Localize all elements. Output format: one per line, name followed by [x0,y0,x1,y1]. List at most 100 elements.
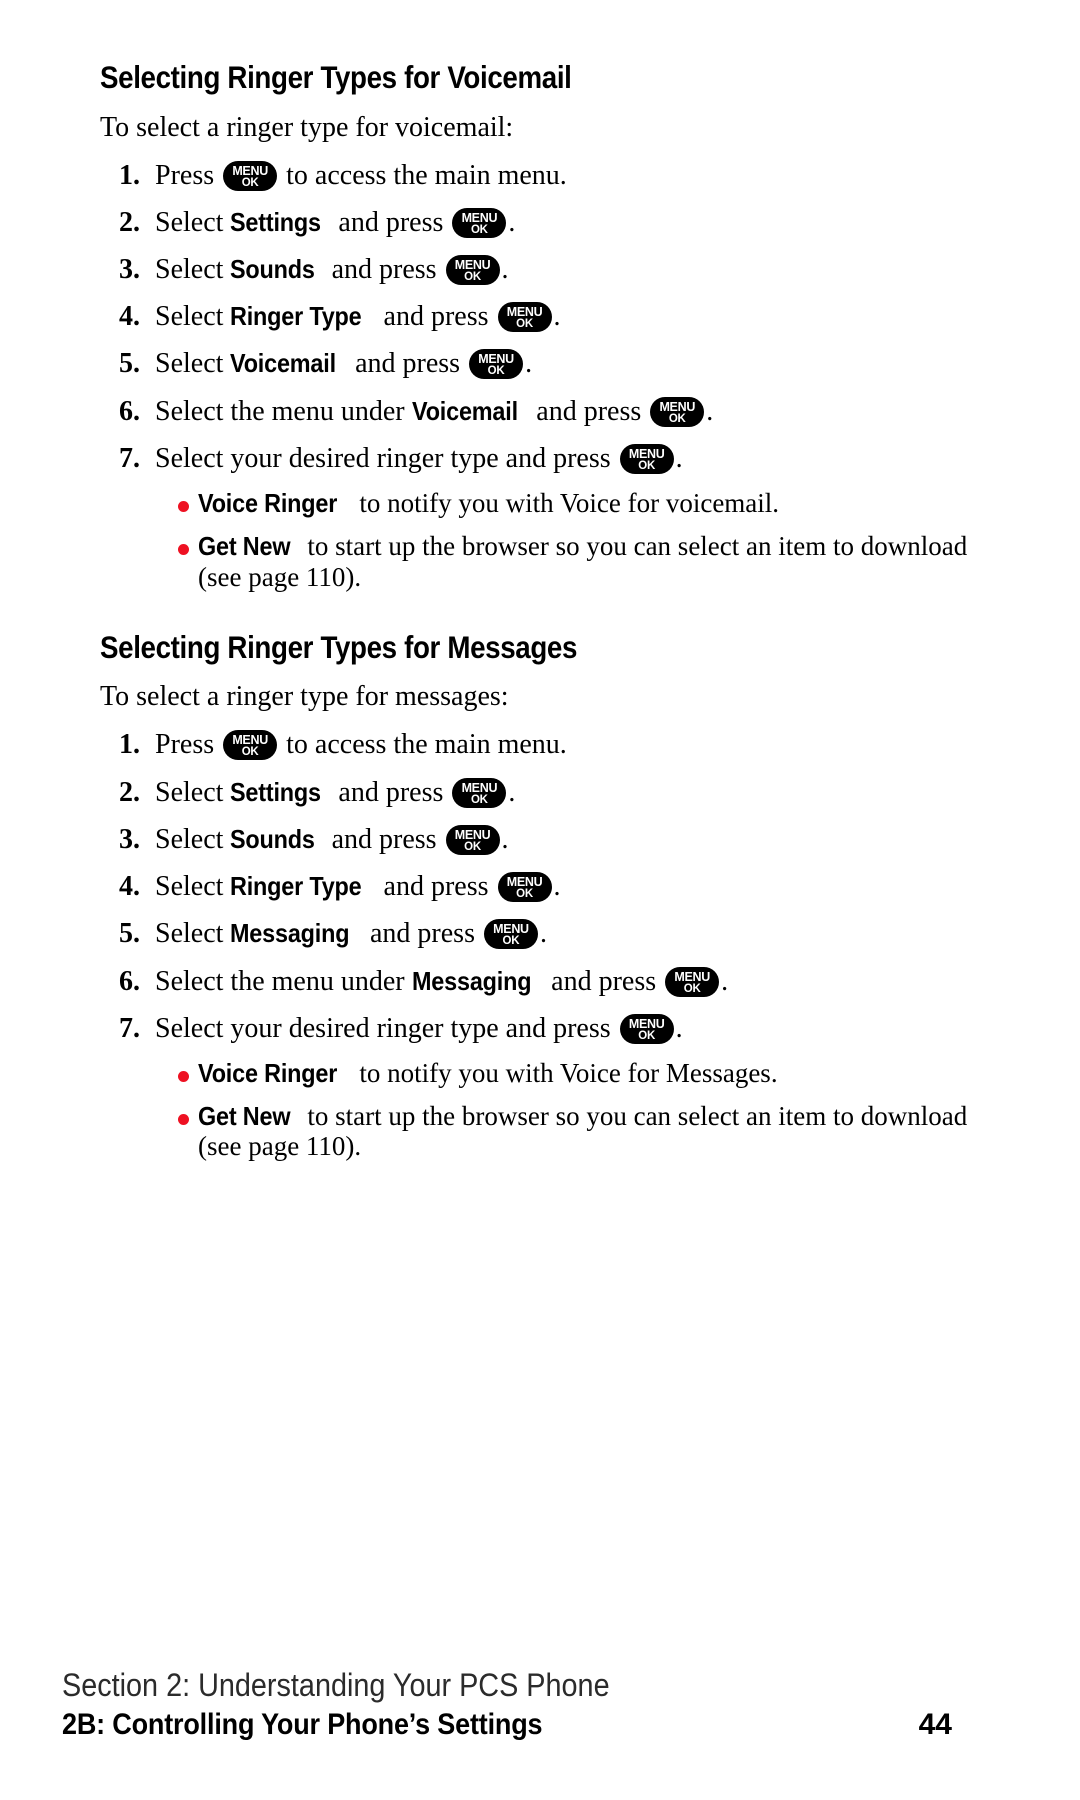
bullet-dot-icon [178,1114,189,1126]
menu-ok-key-bottom-label: OK [638,1029,656,1042]
option-description: to start up the browser so you can selec… [198,531,968,592]
step-text-pre: Select [155,871,231,903]
ringer-option-list: Voice Ringer to notify you with Voice fo… [100,1058,970,1162]
menu-ok-key-top-label: MENU [454,827,491,842]
bullet-dot-icon [178,544,189,556]
step-number: 6. [119,395,140,427]
layout-spacer [100,380,970,397]
option-description: to start up the browser so you can selec… [198,1101,968,1162]
step-text-pre: Select the menu under [155,965,412,997]
page-content: Selecting Ringer Types for Voicemail To s… [100,59,970,1162]
footer-section-line: Section 2: Understanding Your PCS Phone [62,1666,610,1703]
step-text-mid: and press [376,871,496,903]
instruction-step: 2. Select Settings and press MENU OK. [100,776,970,808]
section-lead-in: To select a ringer type for messages: [100,681,509,713]
menu-ok-key-bottom-label: OK [516,888,533,901]
step-number: 7. [119,1012,140,1044]
menu-ok-key-top-label: MENU [506,875,543,890]
menu-ok-key-bottom-label: OK [241,746,259,759]
step-number: 2. [119,776,140,808]
menu-ok-key-top-label: MENU [232,733,268,748]
menu-ok-key-top-label: MENU [674,969,710,984]
step-text-pre: Press [155,729,222,761]
step-text-pre: Select [155,348,231,380]
step-ui-term: Messaging [411,965,531,996]
ringer-option-list: Voice Ringer to notify you with Voice fo… [100,488,970,592]
layout-spacer [100,592,970,632]
step-text-post: . [539,918,547,950]
menu-ok-key-icon: MENU OK [445,254,500,285]
step-text-post: . [675,442,683,474]
option-name: Voice Ringer [198,488,338,519]
layout-spacer [100,761,970,778]
step-ui-term: Ringer Type [230,301,362,332]
menu-ok-key-icon: MENU OK [497,302,552,333]
step-ui-term: Settings [230,776,322,807]
menu-ok-key-bottom-label: OK [516,318,533,331]
menu-ok-key-bottom-label: OK [470,223,488,236]
step-text-post: . [553,301,561,333]
step-text-pre: Press [155,159,222,191]
step-ui-term: Messaging [230,918,350,949]
step-text-post: . [525,348,533,380]
instruction-step: 4. Select Ringer Type and press MENU OK. [100,871,970,903]
step-text-post: to access the main menu. [279,159,567,191]
menu-ok-key-icon: MENU OK [223,160,278,191]
layout-spacer [100,191,970,208]
menu-ok-key-bottom-label: OK [464,270,481,283]
step-text-post: . [508,206,516,238]
section-heading: Selecting Ringer Types for Messages [100,628,578,665]
instruction-step: 4. Select Ringer Type and press MENU OK. [100,301,970,333]
menu-ok-key-top-label: MENU [659,399,696,414]
step-number: 4. [119,871,140,903]
step-ui-term: Settings [230,206,322,237]
step-text-pre: Select your desired ringer type and pres… [155,442,618,474]
step-text-post: . [508,776,516,808]
menu-ok-key-icon: MENU OK [483,919,538,950]
instruction-step: 5. Select Voicemail and press MENU OK. [100,348,970,380]
menu-ok-key-top-label: MENU [493,922,529,937]
step-text-post: . [553,871,561,903]
instruction-step: 3. Select Sounds and press MENU OK. [100,253,970,285]
instruction-step: 2. Select Settings and press MENU OK. [100,206,970,238]
instruction-step-list: 1. Press MENU OK to access the main menu. 2… [100,730,970,1044]
bullet-dot-icon [178,501,189,513]
step-number: 6. [119,965,140,997]
step-text-mid: and press [331,206,451,238]
step-text-pre: Select [155,823,231,855]
menu-ok-key-bottom-label: OK [502,935,520,948]
menu-ok-key-icon: MENU OK [445,824,500,855]
step-ui-term: Ringer Type [230,871,362,902]
layout-spacer [100,332,970,349]
step-text-post: to access the main menu. [279,729,567,761]
instruction-step: 1. Press MENU OK to access the main menu. [100,159,970,191]
menu-ok-key-bottom-label: OK [487,365,505,378]
menu-ok-key-bottom-label: OK [683,982,701,995]
layout-spacer [100,1044,970,1058]
menu-ok-key-icon: MENU OK [665,966,720,997]
step-ui-term: Voicemail [230,348,337,379]
menu-ok-key-bottom-label: OK [638,459,656,472]
instruction-step: 3. Select Sounds and press MENU OK. [100,823,970,855]
menu-ok-key-top-label: MENU [506,305,543,320]
step-number: 3. [119,253,140,285]
layout-spacer [100,142,970,161]
step-text-post: . [501,823,509,855]
menu-ok-key-bottom-label: OK [668,412,686,425]
menu-ok-key-icon: MENU OK [452,207,507,238]
ringer-option-item: Voice Ringer to notify you with Voice fo… [100,488,970,518]
section-lead-in: To select a ringer type for voicemail: [100,111,514,143]
step-number: 1. [119,159,140,191]
step-text-mid: and press [331,776,451,808]
instruction-step: 1. Press MENU OK to access the main menu. [100,729,970,761]
step-text-mid: and press [376,301,496,333]
menu-ok-key-icon: MENU OK [223,730,278,761]
step-number: 2. [119,206,140,238]
step-text-post: . [501,253,509,285]
layout-spacer [100,94,970,114]
layout-spacer [100,238,970,255]
section-heading: Selecting Ringer Types for Voicemail [100,59,572,95]
step-ui-term: Voicemail [411,395,518,426]
layout-spacer [100,855,970,872]
step-text-mid: and press [363,918,482,950]
